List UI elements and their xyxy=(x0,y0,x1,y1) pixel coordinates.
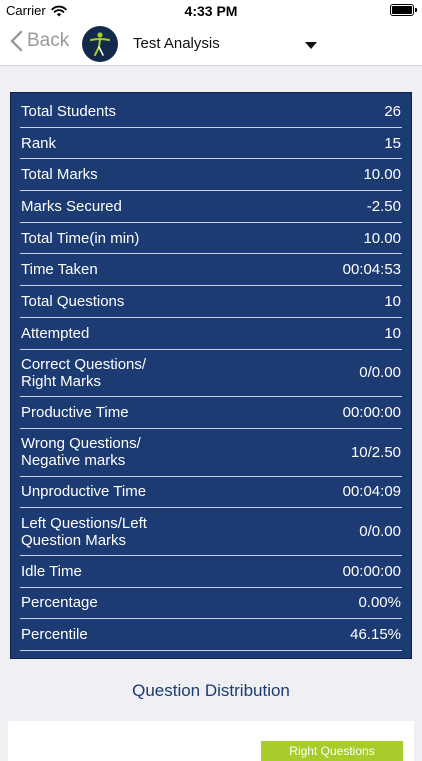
status-time: 4:33 PM xyxy=(184,3,238,19)
stat-value: 00:00:00 xyxy=(342,562,401,580)
question-distribution-card: Right Questions xyxy=(8,721,414,761)
app-logo xyxy=(82,26,118,62)
stat-row: Total Time(in min) 10.00 xyxy=(20,223,402,255)
back-button[interactable]: Back xyxy=(10,30,69,52)
test-analysis-table: Total Students 26 Rank 15 Total Marks 10.00 Ma… xyxy=(10,92,412,659)
status-bar: Carrier 4:33 PM xyxy=(0,0,422,22)
right-questions-legend[interactable]: Right Questions xyxy=(261,741,403,761)
stat-value: 0/0.00 xyxy=(359,523,401,541)
stat-label: Total Marks xyxy=(21,166,98,184)
question-distribution-title: Question Distribution xyxy=(132,681,290,700)
stat-row: Marks Secured -2.50 xyxy=(20,191,402,223)
stat-value: 00:04:53 xyxy=(342,261,401,279)
stat-value: 10.00 xyxy=(363,166,401,184)
stat-label: Correct Questions/Right Marks xyxy=(21,355,147,390)
stat-row: Wrong Questions/Negative marks 10/2.50 xyxy=(20,429,402,477)
stat-value: -2.50 xyxy=(366,197,401,215)
stat-value: 0.00% xyxy=(358,594,401,612)
stat-row: Unproductive Time 00:04:09 xyxy=(20,477,402,509)
stat-label: Attempted xyxy=(21,324,90,342)
stat-label: Percentage xyxy=(21,594,98,612)
stat-row: Left Questions/Left Question Marks 0/0.00 xyxy=(20,508,402,556)
stat-row: Attempted 10 xyxy=(20,318,402,350)
dropdown-caret-icon[interactable] xyxy=(305,42,317,49)
stat-label: Percentile xyxy=(21,626,88,644)
stat-label: Total Questions xyxy=(21,292,125,310)
stat-value: 10.00 xyxy=(363,229,401,247)
stat-value: 00:04:09 xyxy=(342,483,401,501)
stat-row: Time Taken 00:04:53 xyxy=(20,254,402,287)
stat-label: Unproductive Time xyxy=(21,483,147,501)
stat-value: 46.15% xyxy=(350,626,401,644)
stat-row: Percentage 0.00% xyxy=(20,588,402,620)
stat-label: Time Taken xyxy=(21,261,98,279)
stat-row: Total Questions 10 xyxy=(20,286,402,318)
stat-value: 10/2.50 xyxy=(350,443,401,461)
stat-value: 0/0.00 xyxy=(359,364,401,382)
stat-row: Percentile 46.15% xyxy=(20,619,402,651)
battery-icon xyxy=(390,4,417,16)
stat-label: Left Questions/Left Question Marks xyxy=(21,514,147,549)
stat-row: Productive Time 00:00:00 xyxy=(20,397,402,429)
navigation-bar: Back Test Analysis xyxy=(0,22,422,66)
stat-value: 10 xyxy=(384,324,401,342)
page-title: Test Analysis xyxy=(133,35,220,52)
figure-logo-icon xyxy=(90,32,110,56)
stat-label: Rank xyxy=(21,134,57,152)
stat-value: 10 xyxy=(384,292,401,310)
stat-row: Rank 15 xyxy=(20,128,402,160)
stat-row: Idle Time 00:00:00 xyxy=(20,556,402,588)
stat-label: Marks Secured xyxy=(21,197,122,215)
back-label: Back xyxy=(27,30,70,51)
stat-label: Productive Time xyxy=(21,404,129,422)
stat-row: Total Students 26 xyxy=(20,96,402,128)
stat-value: 15 xyxy=(384,134,401,152)
stat-row: Total Marks 10.00 xyxy=(20,159,402,192)
stat-label: Wrong Questions/Negative marks xyxy=(21,435,141,470)
stat-label: Total Students xyxy=(21,102,117,120)
stat-row: Correct Questions/Right Marks 0/0.00 xyxy=(20,350,402,398)
stat-label: Idle Time xyxy=(21,562,82,580)
stat-value: 00:00:00 xyxy=(342,404,401,422)
stat-label: Total Time(in min) xyxy=(21,229,140,247)
chevron-left-icon xyxy=(10,30,23,52)
stat-value: 26 xyxy=(384,102,401,120)
